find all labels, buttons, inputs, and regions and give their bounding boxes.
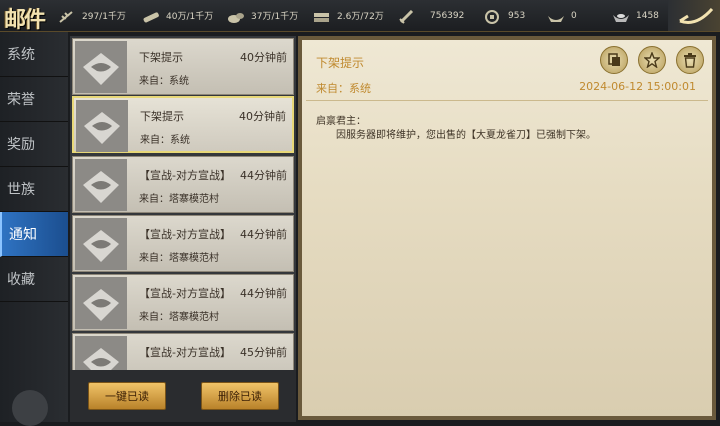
- dove-icon: [84, 112, 120, 144]
- mail-body: 因服务器即将维护，您出售的【大夏龙雀刀】已强制下架。: [336, 130, 596, 141]
- resource-grain: 297/1千万: [58, 0, 126, 31]
- mail-title: 【宣战-对方宣战】: [139, 346, 231, 359]
- dove-icon: [83, 171, 119, 203]
- star-icon: [644, 52, 660, 68]
- grain-icon: [58, 9, 76, 23]
- back-button[interactable]: [668, 0, 720, 31]
- mail-title: 下架提示: [139, 51, 183, 64]
- settings-gear-icon[interactable]: [12, 390, 48, 426]
- top-resource-bar: 邮件 297/1千万 40万/1千万 37万/1千万 2.6万/72万 7563…: [0, 0, 720, 33]
- dove-icon: [83, 53, 119, 85]
- resource-copper: 953: [484, 0, 525, 31]
- mail-sender: 来自：塔寨模范村: [139, 253, 219, 264]
- mail-sender: 来自：塔寨模范村: [139, 312, 219, 323]
- back-arrow-icon: [679, 7, 714, 24]
- dove-icon: [83, 289, 119, 321]
- mail-time: 40分钟前: [240, 51, 287, 64]
- iron-icon: [313, 9, 331, 23]
- header-divider: [306, 100, 708, 101]
- mail-greeting: 启禀君主：: [316, 116, 366, 127]
- mail-detail-panel: 下架提示 来自：系统 2024-06-12 15:00:01 启禀君主： 因服务…: [298, 36, 716, 420]
- mail-thumbnail: [75, 277, 127, 329]
- tab-clan[interactable]: 世族: [0, 167, 68, 212]
- mail-list-item[interactable]: 【宣战-对方宣战】 44分钟前 来自：塔寨模范村: [72, 156, 294, 213]
- mail-list: 下架提示 40分钟前 来自：系统 下架提示 40分钟前 来自：系统 【宣战-对方…: [70, 36, 296, 422]
- resource-sword: 756392: [398, 0, 464, 31]
- mail-sender: 来自：系统: [139, 76, 189, 87]
- read-all-button[interactable]: 一键已读: [88, 382, 166, 410]
- mail-time: 40分钟前: [239, 110, 286, 123]
- resource-gold: 0: [547, 0, 577, 31]
- mail-time: 44分钟前: [240, 169, 287, 182]
- mail-category-sidebar: 系统 荣誉 奖励 世族 通知 收藏: [0, 32, 68, 426]
- gold-ingot-icon: [547, 9, 565, 23]
- mail-list-item[interactable]: 【宣战-对方宣战】 44分钟前 来自：塔寨模范村: [72, 274, 294, 331]
- resource-stone: 37万/1千万: [227, 0, 298, 31]
- silver-ingot-icon: [612, 9, 630, 23]
- tab-notice[interactable]: 通知: [0, 212, 68, 257]
- mail-list-item-selected[interactable]: 下架提示 40分钟前 来自：系统: [72, 96, 294, 153]
- mail-thumbnail: [75, 41, 127, 93]
- mail-title: 【宣战-对方宣战】: [139, 287, 231, 300]
- tab-reward[interactable]: 奖励: [0, 122, 68, 167]
- mail-time: 44分钟前: [240, 228, 287, 241]
- mail-time: 45分钟前: [240, 346, 287, 359]
- mail-title: 下架提示: [140, 110, 184, 123]
- mail-sender: 来自：系统: [140, 135, 190, 146]
- delete-read-button[interactable]: 删除已读: [201, 382, 279, 410]
- mail-paper: 下架提示 来自：系统 2024-06-12 15:00:01 启禀君主： 因服务…: [302, 40, 712, 416]
- mail-thumbnail: [75, 218, 127, 270]
- mail-sender: 来自：塔寨模范村: [139, 194, 219, 205]
- copper-coin-icon: [484, 9, 502, 24]
- trash-icon: [684, 53, 696, 68]
- resource-wood: 40万/1千万: [142, 0, 213, 31]
- wood-icon: [142, 9, 160, 23]
- dove-icon: [83, 230, 119, 262]
- resource-silver: 1458: [612, 0, 659, 31]
- detail-sender: 来自：系统: [316, 82, 371, 95]
- favorite-button[interactable]: [638, 46, 666, 74]
- sword-icon: [398, 9, 416, 24]
- copy-icon: [608, 53, 620, 66]
- delete-button[interactable]: [676, 46, 704, 74]
- resource-iron: 2.6万/72万: [313, 0, 384, 31]
- detail-date: 2024-06-12 15:00:01: [579, 80, 696, 93]
- stone-icon: [227, 9, 245, 23]
- mail-list-item[interactable]: 下架提示 40分钟前 来自：系统: [72, 38, 294, 95]
- tab-honor[interactable]: 荣誉: [0, 77, 68, 122]
- mail-action-bar: 一键已读 删除已读: [70, 370, 296, 422]
- tab-system[interactable]: 系统: [0, 32, 68, 77]
- detail-title: 下架提示: [316, 56, 365, 70]
- tab-favorite[interactable]: 收藏: [0, 257, 68, 302]
- mail-title: 【宣战-对方宣战】: [139, 228, 231, 241]
- mail-time: 44分钟前: [240, 287, 287, 300]
- mail-title: 【宣战-对方宣战】: [139, 169, 231, 182]
- mail-thumbnail: [76, 100, 128, 152]
- mail-list-item[interactable]: 【宣战-对方宣战】 44分钟前 来自：塔寨模范村: [72, 215, 294, 272]
- copy-button[interactable]: [600, 46, 628, 74]
- mail-thumbnail: [75, 159, 127, 211]
- mail-logo: 邮件: [4, 7, 46, 33]
